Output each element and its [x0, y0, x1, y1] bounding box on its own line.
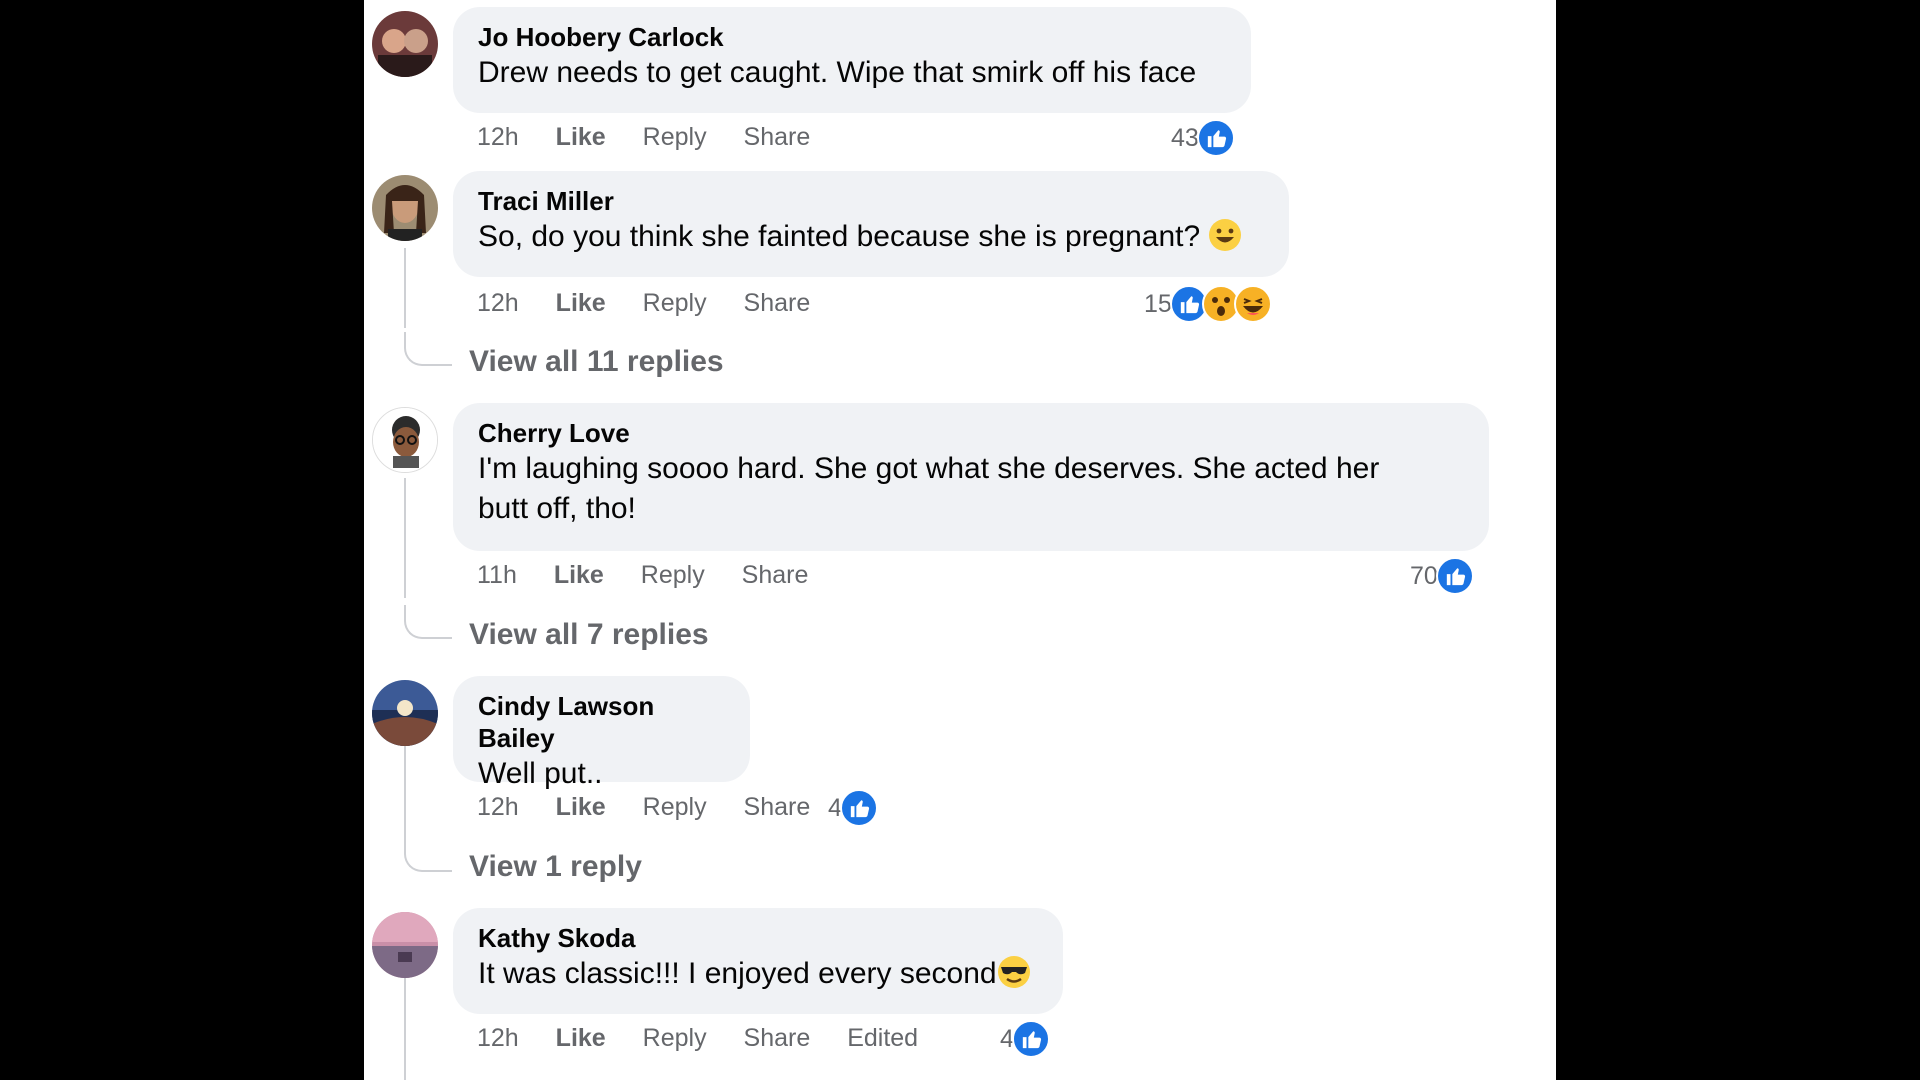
avatar[interactable] [372, 11, 438, 77]
like-icon [1011, 1020, 1050, 1058]
comment-bubble: Cindy Lawson Bailey Well put.. [453, 676, 750, 790]
comment-bubble: Kathy Skoda It was classic!!! I enjoyed … [453, 908, 1063, 1014]
view-replies-link[interactable]: View 1 reply [469, 847, 642, 887]
thread-line [404, 978, 406, 1080]
comment-actions: 11h Like Reply Share [477, 558, 838, 592]
share-button[interactable]: Share [744, 1024, 811, 1052]
comment-bubble: Jo Hoobery Carlock Drew needs to get cau… [453, 7, 1251, 113]
comment-text: It was classic!!! I enjoyed every second [478, 954, 1038, 994]
comment-author[interactable]: Jo Hoobery Carlock [478, 21, 1226, 53]
edited-label[interactable]: Edited [847, 1024, 918, 1052]
comment-text-line-2: butt off, tho! [478, 492, 636, 525]
comment-bubble: Cherry Love I'm laughing soooo hard. She… [453, 403, 1489, 551]
comment-author[interactable]: Cherry Love [478, 417, 1464, 449]
comment-actions: 12h Like Reply Share [477, 286, 840, 320]
comment-author[interactable]: Kathy Skoda [478, 922, 1038, 954]
comment-text: So, do you think she fainted because she… [478, 217, 1264, 257]
reply-button[interactable]: Reply [643, 123, 707, 151]
share-button[interactable]: Share [744, 793, 811, 821]
like-icon [1196, 119, 1235, 157]
sunglasses-emoji-icon [997, 956, 1030, 988]
comment-text: Drew needs to get caught. Wipe that smir… [478, 56, 1197, 89]
comment-text-line-1: I'm laughing soooo hard. She got what sh… [478, 452, 1380, 485]
reaction-summary[interactable]: 4 [828, 788, 878, 828]
like-button[interactable]: Like [556, 793, 606, 821]
reaction-summary[interactable]: 70 [1410, 556, 1474, 596]
thread-connector [404, 605, 452, 639]
reaction-count: 70 [1410, 561, 1438, 590]
comment-actions: 12h Like Reply Share Edited [477, 1021, 948, 1055]
avatar[interactable] [372, 680, 438, 746]
thread-line [404, 248, 406, 328]
like-button[interactable]: Like [556, 1024, 606, 1052]
reaction-count: 15 [1144, 289, 1172, 318]
avatar[interactable] [372, 175, 438, 241]
share-button[interactable]: Share [742, 561, 809, 589]
share-button[interactable]: Share [744, 123, 811, 151]
like-button[interactable]: Like [554, 561, 604, 589]
comment-actions: 12h Like Reply Share [477, 120, 840, 154]
comment-actions: 12h Like Reply Share [477, 790, 840, 824]
reply-button[interactable]: Reply [641, 561, 705, 589]
share-button[interactable]: Share [744, 289, 811, 317]
smiley-emoji-icon [1209, 219, 1242, 251]
avatar[interactable] [372, 912, 438, 978]
comment-text-content: So, do you think she fainted because she… [478, 220, 1201, 253]
reply-button[interactable]: Reply [643, 1024, 707, 1052]
comment-time[interactable]: 12h [477, 1024, 519, 1052]
avatar[interactable] [372, 407, 438, 473]
comment-text-content: It was classic!!! I enjoyed every second [478, 957, 997, 990]
reaction-count: 43 [1171, 123, 1199, 152]
like-icon [1435, 557, 1474, 595]
comment-time[interactable]: 12h [477, 289, 519, 317]
like-button[interactable]: Like [556, 289, 606, 317]
reaction-summary[interactable]: 15 [1144, 284, 1272, 324]
comment-author[interactable]: Cindy Lawson Bailey [478, 690, 725, 754]
thread-line [404, 746, 406, 846]
comment-time[interactable]: 11h [477, 561, 517, 589]
reply-button[interactable]: Reply [643, 793, 707, 821]
reply-button[interactable]: Reply [643, 289, 707, 317]
view-replies-link[interactable]: View all 11 replies [469, 342, 724, 382]
thread-connector [404, 838, 452, 872]
comment-time[interactable]: 12h [477, 793, 519, 821]
comment-text: Well put.. [478, 757, 603, 790]
comment-bubble: Traci Miller So, do you think she fainte… [453, 171, 1289, 277]
comment-author[interactable]: Traci Miller [478, 185, 1264, 217]
like-icon [839, 789, 878, 827]
like-button[interactable]: Like [556, 123, 606, 151]
thread-connector [404, 332, 452, 366]
haha-icon [1233, 285, 1272, 323]
reaction-summary[interactable]: 4 [1000, 1019, 1050, 1059]
reaction-summary[interactable]: 43 [1171, 118, 1235, 158]
comments-panel: Jo Hoobery Carlock Drew needs to get cau… [364, 0, 1556, 1080]
view-replies-link[interactable]: View all 7 replies [469, 615, 709, 655]
comment-time[interactable]: 12h [477, 123, 519, 151]
thread-line [404, 478, 406, 598]
